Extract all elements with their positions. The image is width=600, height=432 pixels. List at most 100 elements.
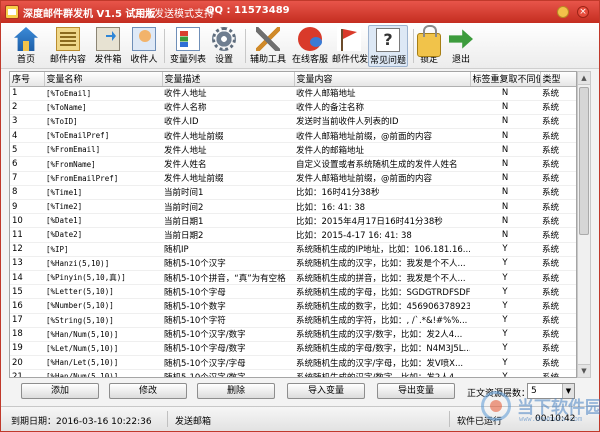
cell-repeat: N [470, 171, 540, 186]
cell-var-name: [%FromEmailPref] [44, 171, 162, 186]
cell-type: 系统 [540, 213, 576, 229]
cell-var-name: [%ToEmailPref] [44, 128, 162, 144]
toolbar-mail-content-button[interactable]: 邮件内容 [47, 25, 89, 67]
cell-var-desc: 随机5-10个字符 [162, 313, 294, 328]
cell-var-name: [%Date1] [44, 213, 162, 229]
toolbar-variable-list-button[interactable]: 变量列表 [168, 25, 208, 67]
cell-index: 14 [10, 270, 44, 286]
toolbar-mail-agent-button[interactable]: 邮件代发 [332, 25, 368, 67]
cell-var-content: 发件人的邮箱地址 [294, 142, 470, 158]
cell-index: 20 [10, 355, 44, 371]
cell-index: 5 [10, 142, 44, 158]
app-window: 深度邮件群发机 V1.5 试用版 三大发送模式支持 QQ : 11573489 … [0, 0, 600, 432]
toolbar-tools-button[interactable]: 辅助工具 [248, 25, 288, 67]
scroll-down-icon[interactable]: ▼ [578, 364, 590, 377]
home-icon [14, 27, 38, 51]
table-vertical-scrollbar[interactable]: ▲ ▼ [577, 71, 591, 378]
table-row[interactable]: 12 [%IP] 随机IP 系统随机生成的IP地址，比如：106.181.16... Y… [10, 242, 576, 257]
column-header-var-name[interactable]: 变量名称 [44, 72, 163, 87]
table-row[interactable]: 17 [%String(5,10)] 随机5-10个字符 系统随机生成的字符，比如：,… [10, 313, 576, 328]
cell-type: 系统 [540, 171, 576, 186]
cell-var-name: [%Time1] [44, 185, 162, 201]
cell-index: 10 [10, 213, 44, 229]
resource-count-select[interactable]: 5 ▼ [527, 383, 575, 399]
cell-var-name: [%Pinyin(5,10,真)] [44, 270, 162, 286]
toolbar-home-button[interactable]: 首页 [7, 25, 45, 67]
column-header-type[interactable]: 类型 [540, 72, 576, 87]
cell-type: 系统 [540, 114, 576, 130]
toolbar-exit-button[interactable]: 退出 [448, 25, 474, 67]
cell-var-content: 系统随机生成的字母/数字，比如：N4M3J5L... [294, 341, 470, 357]
cell-var-name: [%Han/Let(5,10)] [44, 355, 162, 371]
table-row[interactable]: 2 [%ToName] 收件人名称 收件人的备注名称 N 系统 [10, 100, 576, 115]
table-row[interactable]: 16 [%Number(5,10)] 随机5-10个数字 系统随机生成的数字，比如：4… [10, 298, 576, 314]
column-header-var-content[interactable]: 变量内容 [294, 72, 471, 87]
column-header-repeat[interactable]: 标签重复取不同值 [470, 72, 541, 87]
cell-var-name: [%Let/Num(5,10)] [44, 341, 162, 357]
cell-var-desc: 随机5-10个字母 [162, 284, 294, 300]
variable-table[interactable]: 序号 变量名称 变量描述 变量内容 标签重复取不同值 类型 1 [%ToEmail… [9, 71, 577, 378]
toolbar-tools-label: 辅助工具 [249, 55, 286, 65]
toolbar-settings-button[interactable]: 设置 [210, 25, 238, 67]
column-header-var-desc[interactable]: 变量描述 [162, 72, 295, 87]
export-variables-button[interactable]: 导出变量 [377, 383, 455, 399]
toolbar-online-service-button[interactable]: 在线客服 [290, 25, 330, 67]
chevron-down-icon[interactable]: ▼ [562, 384, 574, 398]
import-variables-button[interactable]: 导入变量 [287, 383, 365, 399]
table-row[interactable]: 6 [%FromName] 发件人姓名 自定义设置或者系统随机生成的发件人姓名 N 系统 [10, 156, 576, 172]
cell-var-desc: 当前日期1 [162, 213, 294, 229]
table-row[interactable]: 5 [%FromEmail] 发件人地址 发件人的邮箱地址 N 系统 [10, 142, 576, 158]
table-row[interactable]: 19 [%Let/Num(5,10)] 随机5-10个字母/数字 系统随机生成的字母/… [10, 341, 576, 357]
cell-var-desc: 收件人名称 [162, 100, 294, 115]
close-button[interactable]: × [577, 6, 589, 18]
cell-var-desc: 随机5-10个字母/数字 [162, 341, 294, 357]
table-row[interactable]: 18 [%Han/Num(5,10)] 随机5-10个汉字/数字 系统随机生成的汉字/… [10, 327, 576, 342]
toolbar-separator [245, 29, 246, 63]
table-row[interactable]: 10 [%Date1] 当前日期1 比如：2015年4月17日16时41分38秒 N 系统 [10, 213, 576, 229]
table-row[interactable]: 13 [%Hanzi(5,10)] 随机5-10个汉字 系统随机生成的汉字，比如：我发… [10, 256, 576, 271]
table-row[interactable]: 1 [%ToEmail] 收件人地址 收件人邮箱地址 N 系统 [10, 86, 576, 101]
cell-repeat: Y [470, 284, 540, 300]
table-row[interactable]: 20 [%Han/Let(5,10)] 随机5-10个汉字/字母 系统随机生成的汉字/… [10, 355, 576, 371]
cell-repeat: Y [470, 341, 540, 357]
scroll-thumb[interactable] [579, 87, 589, 235]
toolbar-faq-button[interactable]: ? 常见问题 [368, 25, 408, 67]
title-bar[interactable]: 深度邮件群发机 V1.5 试用版 三大发送模式支持 QQ : 11573489 … [1, 1, 599, 23]
table-row[interactable]: 11 [%Date2] 当前日期2 比如：2015-4-17 16: 41: 38 N 系… [10, 227, 576, 243]
column-header-index[interactable]: 序号 [10, 72, 45, 87]
resource-count-value: 5 [531, 386, 537, 396]
add-button[interactable]: 添加 [21, 383, 99, 399]
table-row[interactable]: 4 [%ToEmailPref] 收件人地址前缀 收件人邮箱地址前缀，@前面的内容 N 系… [10, 128, 576, 144]
table-row[interactable]: 7 [%FromEmailPref] 发件人地址前缀 发件人邮箱地址前缀，@前面的内容… [10, 171, 576, 186]
edit-button[interactable]: 修改 [109, 383, 187, 399]
toolbar-mail-content-label: 邮件内容 [49, 55, 86, 65]
delete-button[interactable]: 删除 [197, 383, 275, 399]
cell-repeat: Y [470, 270, 540, 286]
toolbar-outbox-button[interactable]: 发件箱 [91, 25, 125, 67]
toolbar-variable-list-label: 变量列表 [169, 55, 206, 65]
table-row[interactable]: 8 [%Time1] 当前时间1 比如：16时41分38秒 N 系统 [10, 185, 576, 201]
table-row[interactable]: 9 [%Time2] 当前时间2 比如：16: 41: 38 N 系统 [10, 199, 576, 215]
table-header-row: 序号 变量名称 变量描述 变量内容 标签重复取不同值 类型 [10, 72, 576, 87]
outbox-icon [96, 27, 120, 51]
cell-type: 系统 [540, 284, 576, 300]
table-row[interactable]: 14 [%Pinyin(5,10,真)] 随机5-10个拼音，“真”为有空格 系统随机… [10, 270, 576, 286]
mode-text: 三大发送模式支持 [134, 9, 214, 20]
table-row[interactable]: 15 [%Letter(5,10)] 随机5-10个字母 系统随机生成的字母，比如：S… [10, 284, 576, 300]
table-row[interactable]: 3 [%ToID] 收件人ID 发送时当前收件人列表的ID N 系统 [10, 114, 576, 130]
cell-var-desc: 随机5-10个汉字 [162, 256, 294, 271]
toolbar-online-service-label: 在线客服 [291, 55, 328, 65]
cell-index: 16 [10, 298, 44, 314]
toolbar-recipient-button[interactable]: 收件人 [127, 25, 161, 67]
scroll-up-icon[interactable]: ▲ [578, 72, 590, 85]
minimize-button[interactable] [557, 6, 569, 18]
table-row[interactable]: 21 [%Han/Num(5,10)] 随机5-10个汉字/数字 系统随机生成的汉字/… [10, 369, 576, 377]
cell-var-content: 比如：16: 41: 38 [294, 199, 470, 215]
cell-type: 系统 [540, 227, 576, 243]
toolbar-lock-button[interactable]: 锁定 [416, 25, 442, 67]
cell-index: 19 [10, 341, 44, 357]
cell-repeat: Y [470, 355, 540, 371]
cell-var-name: [%Letter(5,10)] [44, 284, 162, 300]
cell-var-desc: 随机5-10个汉字/数字 [162, 369, 294, 377]
cell-var-name: [%FromEmail] [44, 142, 162, 158]
